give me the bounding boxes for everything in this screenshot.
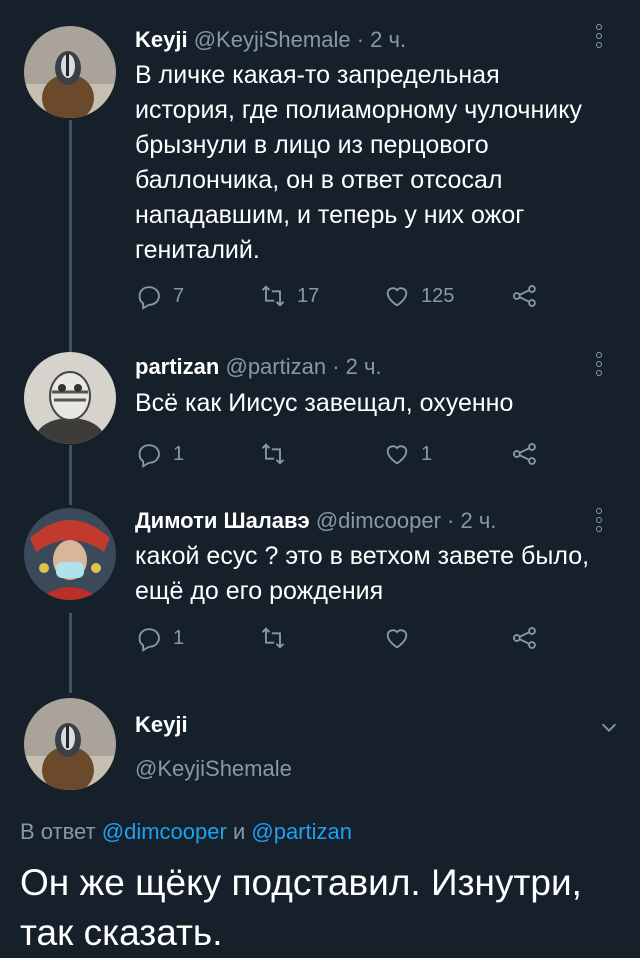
reply-icon — [138, 444, 160, 468]
share-icon — [512, 285, 536, 307]
reply-count: 1 — [173, 626, 185, 649]
like-count: 1 — [421, 442, 433, 465]
display-name[interactable]: Keyji — [135, 712, 188, 738]
share-button[interactable] — [511, 282, 549, 310]
avatar[interactable] — [24, 26, 116, 118]
tweet-text: Всё как Иисус завещал, охуенно — [135, 389, 514, 417]
timestamp[interactable]: · 2 ч. — [357, 27, 406, 52]
like-icon — [386, 287, 408, 307]
like-button[interactable] — [383, 624, 421, 652]
reply-button[interactable]: 1 — [135, 624, 184, 652]
reply-button[interactable]: 7 — [135, 282, 184, 310]
thread-line — [69, 613, 72, 693]
tweet-actions: 7 17 125 — [135, 282, 555, 312]
share-button[interactable] — [511, 440, 549, 468]
reply-button[interactable]: 1 — [135, 440, 184, 468]
like-icon — [386, 445, 408, 465]
avatar[interactable] — [24, 698, 116, 790]
reply-count: 7 — [173, 284, 185, 307]
retweet-button[interactable]: 17 — [259, 282, 319, 310]
more-icon[interactable] — [596, 24, 604, 51]
reply-icon — [138, 286, 160, 310]
handle[interactable]: @dimcooper — [316, 508, 441, 533]
handle[interactable]: @partizan — [225, 354, 326, 379]
tweet-actions: 1 — [135, 624, 555, 654]
retweet-icon — [261, 627, 285, 649]
tweet-actions: 1 1 — [135, 440, 555, 470]
handle[interactable]: @KeyjiShemale — [135, 756, 292, 782]
tweet-header: partizan @partizan · 2 ч. — [135, 354, 382, 380]
more-icon[interactable] — [596, 352, 604, 379]
reply-mention-link[interactable]: @partizan — [251, 819, 352, 844]
like-icon — [386, 629, 408, 649]
thread-line — [69, 445, 72, 505]
tweet-text: В личке какая-то запредельная история, г… — [135, 61, 582, 264]
display-name[interactable]: Димоти Шалавэ — [135, 508, 310, 533]
like-count: 125 — [421, 284, 455, 307]
reply-icon — [138, 628, 160, 652]
reply-mention-link[interactable]: @dimcooper — [102, 819, 227, 844]
tweet-keyji[interactable]: Keyji @KeyjiShemale · 2 ч. В личке какая… — [0, 0, 640, 330]
reply-joiner: и — [232, 819, 246, 844]
more-icon[interactable] — [596, 508, 604, 535]
tweet-header: Keyji @KeyjiShemale · 2 ч. — [135, 27, 406, 53]
timestamp[interactable]: · 2 ч. — [332, 354, 381, 379]
display-name[interactable]: Keyji — [135, 27, 188, 52]
share-icon — [512, 443, 536, 465]
share-button[interactable] — [511, 624, 549, 652]
like-button[interactable]: 125 — [383, 282, 454, 310]
avatar[interactable] — [24, 508, 116, 600]
like-button[interactable]: 1 — [383, 440, 432, 468]
avatar[interactable] — [24, 352, 116, 444]
tweet-text: какой есус ? это в ветхом завете было, е… — [135, 542, 590, 605]
main-tweet-text: Он же щёку подставил. Изнутри, так сказа… — [20, 862, 582, 953]
display-name[interactable]: partizan — [135, 354, 219, 379]
timestamp[interactable]: · 2 ч. — [447, 508, 496, 533]
tweet-header: Димоти Шалавэ @dimcooper · 2 ч. — [135, 508, 496, 534]
handle[interactable]: @KeyjiShemale — [194, 27, 351, 52]
chevron-down-icon[interactable] — [598, 716, 620, 738]
main-tweet: Keyji @KeyjiShemale В ответ @dimcooper и… — [0, 0, 640, 953]
reply-count: 1 — [173, 442, 185, 465]
retweet-icon — [261, 285, 285, 307]
retweet-button[interactable] — [259, 440, 297, 468]
retweet-count: 17 — [297, 284, 320, 307]
share-icon — [512, 627, 536, 649]
retweet-button[interactable] — [259, 624, 297, 652]
reply-prefix: В ответ — [20, 819, 96, 844]
retweet-icon — [261, 443, 285, 465]
reply-to-line: В ответ @dimcooper и @partizan — [20, 819, 352, 845]
